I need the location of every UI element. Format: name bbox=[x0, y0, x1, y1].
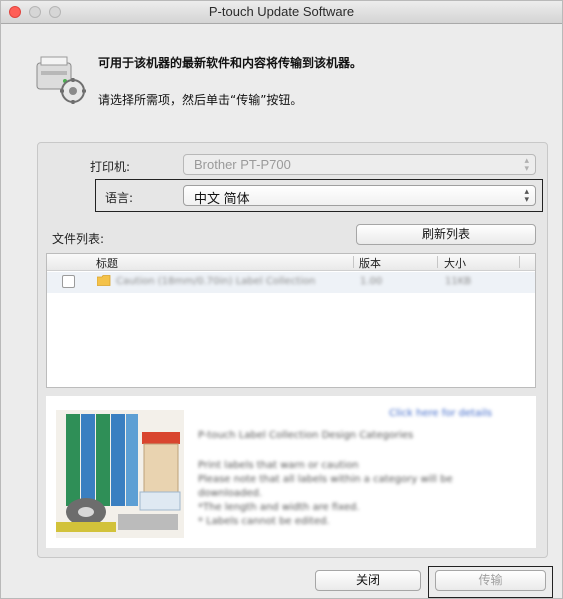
printer-label: 打印机: bbox=[90, 160, 131, 174]
close-button[interactable]: 关闭 bbox=[315, 570, 421, 591]
printer-transfer-icon bbox=[36, 56, 86, 104]
language-value: 中文 简体 bbox=[194, 191, 250, 206]
table-header: 标题 版本 大小 bbox=[47, 254, 535, 271]
intro-text-2: 请选择所需项，然后单击“传输”按钮。 bbox=[98, 93, 303, 107]
refresh-list-button[interactable]: 刷新列表 bbox=[356, 224, 536, 245]
folder-icon bbox=[97, 275, 111, 286]
label-collection-photo bbox=[56, 410, 184, 538]
column-divider bbox=[353, 256, 354, 268]
description-heading: P-touch Label Collection Design Categori… bbox=[198, 430, 414, 441]
window-title: P-touch Update Software bbox=[208, 4, 355, 19]
file-list-label: 文件列表: bbox=[52, 232, 105, 246]
details-link[interactable]: Click here for details bbox=[389, 408, 492, 419]
app-window: P-touch Update Software 可用于该机器的最新软件和内容将传… bbox=[0, 0, 563, 599]
column-divider bbox=[519, 256, 520, 268]
description-line-4: *The length and width are fixed. bbox=[198, 502, 360, 513]
table-row[interactable]: Caution (18mm/0.70in) Label Collection 1… bbox=[47, 272, 535, 293]
column-divider bbox=[437, 256, 438, 268]
row-size: 11KB bbox=[445, 276, 472, 287]
title-bar: P-touch Update Software bbox=[1, 1, 562, 24]
row-version: 1.00 bbox=[360, 276, 383, 287]
printer-value: Brother PT-P700 bbox=[194, 157, 291, 172]
row-title: Caution (18mm/0.70in) Label Collection bbox=[116, 276, 316, 287]
printer-select: Brother PT-P700 ▴ ▾ bbox=[183, 154, 536, 175]
description-line-1: Print labels that warn or caution bbox=[198, 460, 359, 471]
description-line-3: downloaded. bbox=[198, 488, 263, 499]
description-panel: Click here for details P-touch Label Col… bbox=[46, 396, 536, 548]
description-line-2: Please note that all labels within a cat… bbox=[198, 474, 453, 485]
column-header-version[interactable]: 版本 bbox=[359, 255, 381, 271]
language-label: 语言: bbox=[105, 191, 134, 205]
description-line-5: * Labels cannot be edited. bbox=[198, 516, 330, 527]
column-header-title[interactable]: 标题 bbox=[96, 255, 118, 271]
column-header-size[interactable]: 大小 bbox=[444, 255, 466, 271]
select-arrows-icon: ▴ ▾ bbox=[524, 186, 529, 204]
language-select[interactable]: 中文 简体 ▴ ▾ bbox=[183, 185, 536, 206]
file-list-table: 标题 版本 大小 Caution (18mm/0.70in) Label Col… bbox=[46, 253, 536, 388]
row-checkbox[interactable] bbox=[62, 275, 75, 288]
select-arrows-icon: ▴ ▾ bbox=[524, 155, 529, 173]
transfer-button[interactable]: 传输 bbox=[435, 570, 546, 591]
intro-text-1: 可用于该机器的最新软件和内容将传输到该机器。 bbox=[98, 56, 363, 70]
